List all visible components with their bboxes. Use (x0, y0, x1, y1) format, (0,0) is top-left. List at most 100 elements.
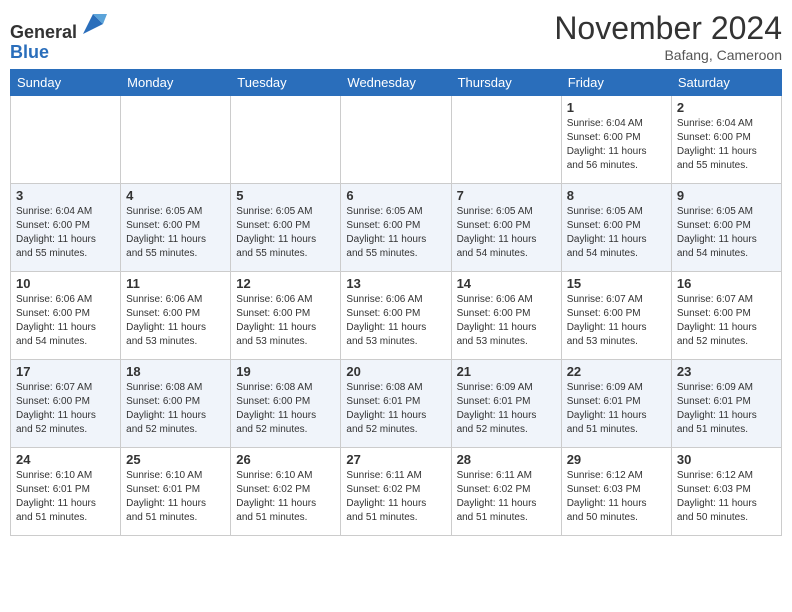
day-number: 12 (236, 276, 335, 291)
day-info: Sunrise: 6:08 AM Sunset: 6:01 PM Dayligh… (346, 381, 445, 437)
week-row-2: 3Sunrise: 6:04 AM Sunset: 6:00 PM Daylig… (11, 184, 782, 272)
weekday-header-wednesday: Wednesday (341, 70, 451, 96)
weekday-header-row: SundayMondayTuesdayWednesdayThursdayFrid… (11, 70, 782, 96)
day-number: 29 (567, 452, 666, 467)
week-row-4: 17 Sunrise: 6:07 AM Sunset: 6:00 PM Dayli… (11, 360, 782, 448)
calendar-cell: 12Sunrise: 6:06 AM Sunset: 6:00 PM Dayli… (231, 272, 341, 360)
day-info: Sunrise: 6:07 AM Sunset: 6:00 PM Dayligh… (567, 293, 666, 349)
calendar-cell: 13 Sunrise: 6:06 AM Sunset: 6:00 PM Dayli… (341, 272, 451, 360)
month-title: November 2024 (554, 10, 782, 47)
day-info: Sunrise: 6:05 AM Sunset: 6:00 PM Dayligh… (457, 205, 556, 261)
day-number: 2 (677, 100, 776, 115)
weekday-header-tuesday: Tuesday (231, 70, 341, 96)
calendar-cell: 6 Sunrise: 6:05 AM Sunset: 6:00 PM Daylig… (341, 184, 451, 272)
day-info: Sunrise: 6:08 AM Sunset: 6:00 PM Dayligh… (126, 381, 225, 437)
day-number: 6 (346, 188, 445, 203)
calendar-cell: 30 Sunrise: 6:12 AM Sunset: 6:03 PM Dayli… (671, 448, 781, 536)
calendar-cell: 29 Sunrise: 6:12 AM Sunset: 6:03 PM Dayli… (561, 448, 671, 536)
day-number: 4 (126, 188, 225, 203)
week-row-1: 1 Sunrise: 6:04 AM Sunset: 6:00 PM Daylig… (11, 96, 782, 184)
week-row-3: 10 Sunrise: 6:06 AM Sunset: 6:00 PM Dayli… (11, 272, 782, 360)
day-number: 30 (677, 452, 776, 467)
day-info: Sunrise: 6:09 AM Sunset: 6:01 PM Dayligh… (457, 381, 556, 437)
page-header: General Blue November 2024 Bafang, Camer… (10, 10, 782, 63)
day-info: Sunrise: 6:05 AM Sunset: 6:00 PM Dayligh… (126, 205, 225, 261)
calendar-cell: 9 Sunrise: 6:05 AM Sunset: 6:00 PM Daylig… (671, 184, 781, 272)
calendar-cell: 3Sunrise: 6:04 AM Sunset: 6:00 PM Daylig… (11, 184, 121, 272)
day-info: Sunrise: 6:11 AM Sunset: 6:02 PM Dayligh… (346, 469, 445, 525)
day-info: Sunrise: 6:04 AM Sunset: 6:00 PM Dayligh… (677, 117, 776, 173)
day-info: Sunrise: 6:07 AM Sunset: 6:00 PM Dayligh… (677, 293, 776, 349)
calendar-cell (121, 96, 231, 184)
day-number: 19 (236, 364, 335, 379)
day-number: 17 (16, 364, 115, 379)
day-info: Sunrise: 6:10 AM Sunset: 6:01 PM Dayligh… (126, 469, 225, 525)
day-number: 13 (346, 276, 445, 291)
weekday-header-sunday: Sunday (11, 70, 121, 96)
day-number: 5 (236, 188, 335, 203)
weekday-header-monday: Monday (121, 70, 231, 96)
calendar-cell: 18 Sunrise: 6:08 AM Sunset: 6:00 PM Dayli… (121, 360, 231, 448)
calendar-cell: 19Sunrise: 6:08 AM Sunset: 6:00 PM Dayli… (231, 360, 341, 448)
day-info: Sunrise: 6:05 AM Sunset: 6:00 PM Dayligh… (677, 205, 776, 261)
day-number: 25 (126, 452, 225, 467)
day-info: Sunrise: 6:09 AM Sunset: 6:01 PM Dayligh… (567, 381, 666, 437)
day-number: 18 (126, 364, 225, 379)
day-number: 26 (236, 452, 335, 467)
logo-general: General (10, 22, 77, 42)
calendar-cell: 10 Sunrise: 6:06 AM Sunset: 6:00 PM Dayli… (11, 272, 121, 360)
calendar-cell: 16 Sunrise: 6:07 AM Sunset: 6:00 PM Dayli… (671, 272, 781, 360)
day-info: Sunrise: 6:06 AM Sunset: 6:00 PM Dayligh… (457, 293, 556, 349)
calendar-cell: 7Sunrise: 6:05 AM Sunset: 6:00 PM Daylig… (451, 184, 561, 272)
calendar-cell (11, 96, 121, 184)
day-number: 1 (567, 100, 666, 115)
calendar-cell: 23 Sunrise: 6:09 AM Sunset: 6:01 PM Dayli… (671, 360, 781, 448)
day-number: 22 (567, 364, 666, 379)
day-info: Sunrise: 6:12 AM Sunset: 6:03 PM Dayligh… (567, 469, 666, 525)
calendar-cell: 24Sunrise: 6:10 AM Sunset: 6:01 PM Dayli… (11, 448, 121, 536)
day-info: Sunrise: 6:12 AM Sunset: 6:03 PM Dayligh… (677, 469, 776, 525)
calendar-cell (231, 96, 341, 184)
calendar-cell: 15 Sunrise: 6:07 AM Sunset: 6:00 PM Dayli… (561, 272, 671, 360)
day-number: 15 (567, 276, 666, 291)
calendar-cell: 27 Sunrise: 6:11 AM Sunset: 6:02 PM Dayli… (341, 448, 451, 536)
weekday-header-friday: Friday (561, 70, 671, 96)
calendar-table: SundayMondayTuesdayWednesdayThursdayFrid… (10, 69, 782, 536)
week-row-5: 24 Sunrise: 6:10 AM Sunset: 6:01 PM Dayli… (11, 448, 782, 536)
location: Bafang, Cameroon (554, 47, 782, 63)
day-info: Sunrise: 6:05 AM Sunset: 6:00 PM Dayligh… (346, 205, 445, 261)
day-number: 10 (16, 276, 115, 291)
logo: General Blue (10, 10, 107, 63)
day-info: Sunrise: 6:05 AM Sunset: 6:00 PM Dayligh… (236, 205, 335, 261)
calendar-cell: 8 Sunrise: 6:05 AM Sunset: 6:00 PM Daylig… (561, 184, 671, 272)
calendar-cell: 17 Sunrise: 6:07 AM Sunset: 6:00 PM Dayli… (11, 360, 121, 448)
day-info: Sunrise: 6:04 AM Sunset: 6:00 PM Dayligh… (567, 117, 666, 173)
day-number: 21 (457, 364, 556, 379)
calendar-cell: 20 Sunrise: 6:08 AM Sunset: 6:01 PM Dayli… (341, 360, 451, 448)
weekday-header-saturday: Saturday (671, 70, 781, 96)
logo-blue: Blue (10, 42, 49, 62)
calendar-cell: 1 Sunrise: 6:04 AM Sunset: 6:00 PM Daylig… (561, 96, 671, 184)
day-number: 16 (677, 276, 776, 291)
day-info: Sunrise: 6:05 AM Sunset: 6:00 PM Dayligh… (567, 205, 666, 261)
calendar-cell (451, 96, 561, 184)
day-info: Sunrise: 6:06 AM Sunset: 6:00 PM Dayligh… (16, 293, 115, 349)
day-info: Sunrise: 6:06 AM Sunset: 6:00 PM Dayligh… (346, 293, 445, 349)
day-info: Sunrise: 6:07 AM Sunset: 6:00 PM Dayligh… (16, 381, 115, 437)
day-info: Sunrise: 6:04 AM Sunset: 6:00 PM Dayligh… (16, 205, 115, 261)
day-number: 23 (677, 364, 776, 379)
calendar-cell (341, 96, 451, 184)
day-info: Sunrise: 6:09 AM Sunset: 6:01 PM Dayligh… (677, 381, 776, 437)
day-number: 24 (16, 452, 115, 467)
day-number: 27 (346, 452, 445, 467)
day-number: 20 (346, 364, 445, 379)
calendar-cell: 14Sunrise: 6:06 AM Sunset: 6:00 PM Dayli… (451, 272, 561, 360)
day-number: 9 (677, 188, 776, 203)
calendar-cell: 11Sunrise: 6:06 AM Sunset: 6:00 PM Dayli… (121, 272, 231, 360)
day-number: 8 (567, 188, 666, 203)
calendar-cell: 2 Sunrise: 6:04 AM Sunset: 6:00 PM Daylig… (671, 96, 781, 184)
calendar-cell: 5 Sunrise: 6:05 AM Sunset: 6:00 PM Daylig… (231, 184, 341, 272)
day-info: Sunrise: 6:10 AM Sunset: 6:02 PM Dayligh… (236, 469, 335, 525)
day-number: 11 (126, 276, 225, 291)
day-number: 28 (457, 452, 556, 467)
